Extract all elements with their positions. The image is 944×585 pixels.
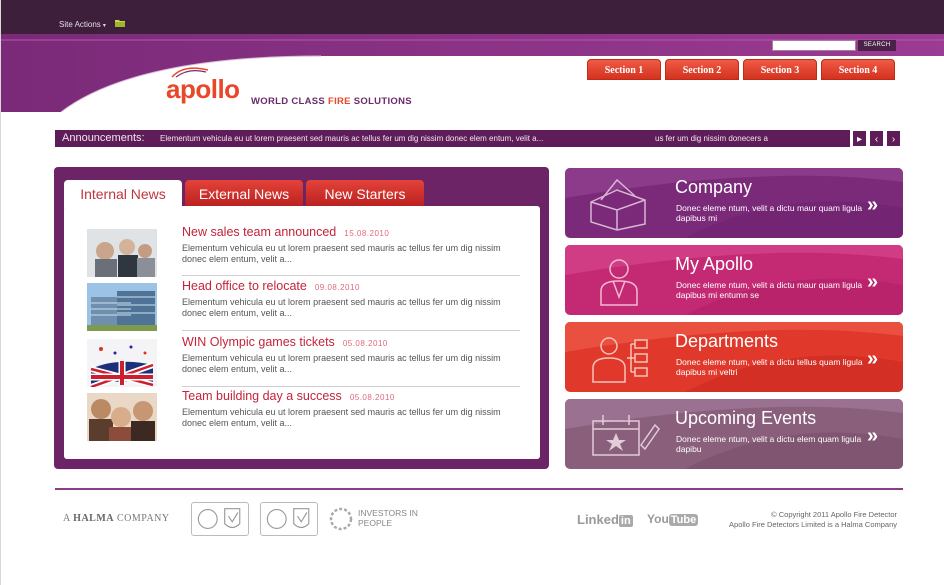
news-item[interactable]: New sales team announced 15.08.2010 Eleme… (84, 225, 524, 279)
apollo-logo[interactable]: apollo (166, 67, 240, 105)
next-button[interactable]: › (886, 130, 901, 147)
news-thumbnail[interactable] (87, 229, 157, 277)
announcement-text[interactable]: Elementum vehicula eu ut lorem praesent … (160, 134, 543, 143)
news-item[interactable]: Head office to relocate 09.08.2010 Elemen… (84, 279, 524, 333)
divider (182, 275, 520, 276)
news-date: 05.08.2010 (342, 339, 388, 348)
double-chevron-right-icon[interactable]: » (867, 194, 878, 217)
brand-tagline: WORLD CLASS FIRE SOLUTIONS (251, 96, 412, 107)
news-date: 09.08.2010 (314, 283, 360, 292)
double-chevron-right-icon[interactable]: » (867, 271, 878, 294)
tile-description: Donec eleme ntum, velit a dictu tellus q… (676, 357, 863, 377)
linkedin-icon: in (618, 515, 633, 527)
news-title[interactable]: New sales team announced 15.08.2010 (182, 225, 389, 239)
tile-description: Donec eleme ntum, velit a dictu elem qua… (676, 434, 862, 454)
tab-internal-news[interactable]: Internal News (64, 180, 182, 208)
investors-badge-icon (329, 507, 353, 531)
halma-company-logo[interactable]: A HALMA COMPANY (63, 513, 170, 524)
calendar-star-icon (592, 415, 660, 456)
tile-title: My Apollo (675, 254, 754, 274)
investors-in-people-logo: INVESTORS IN PEOPLE (328, 506, 418, 537)
tagline-part: SOLUTIONS (350, 96, 412, 107)
news-title[interactable]: Team building day a success 05.08.2010 (182, 389, 395, 403)
news-date: 05.08.2010 (349, 393, 395, 402)
halma-text: A (63, 513, 74, 524)
lpcb-certification-logo (191, 502, 249, 536)
copyright-line: © Copyright 2011 Apollo Fire Detector (771, 510, 897, 519)
copyright-line: Apollo Fire Detectors Limited is a Halma… (729, 520, 897, 529)
news-thumbnail[interactable] (87, 283, 157, 331)
logo-text: apollo (166, 74, 240, 104)
chevron-down-icon: ▾ (102, 23, 106, 29)
investors-text: INVESTORS IN PEOPLE (358, 508, 418, 528)
news-item[interactable]: Team building day a success 05.08.2010 El… (84, 389, 524, 443)
site-actions-label: Site Actions (59, 20, 101, 29)
tab-section-2[interactable]: Section 2 (665, 59, 739, 80)
tile-departments[interactable]: Departments Donec eleme ntum, velit a di… (565, 322, 903, 392)
news-excerpt: Elementum vehicula eu ut lorem praesent … (182, 243, 501, 264)
play-button[interactable]: ▸ (852, 130, 867, 147)
org-chart-icon (592, 337, 648, 383)
news-title-text: Head office to relocate (182, 279, 307, 293)
search-button[interactable]: SEARCH (858, 40, 896, 51)
linkedin-link[interactable]: Linked in (577, 512, 633, 527)
announcements-bar: Announcements: Elementum vehicula eu ut … (55, 130, 850, 147)
news-list: New sales team announced 15.08.2010 Eleme… (64, 206, 540, 459)
logo-flame-icon (171, 67, 209, 78)
tile-title: Company (675, 177, 753, 197)
tab-section-3[interactable]: Section 3 (743, 59, 817, 80)
linkedin-text: Linked (577, 512, 619, 527)
folder-icon[interactable] (115, 19, 125, 27)
footer-divider (55, 488, 903, 490)
news-thumbnail[interactable] (87, 339, 157, 387)
news-excerpt: Elementum vehicula eu ut lorem praesent … (182, 297, 501, 318)
tab-new-starters[interactable]: New Starters (306, 180, 424, 208)
previous-button[interactable]: ‹ (869, 130, 884, 147)
news-thumbnail[interactable] (87, 393, 157, 441)
tagline-part: WORLD CLASS (251, 96, 328, 107)
building-icon (590, 178, 646, 231)
news-panel: Internal News External News New Starters… (54, 167, 549, 469)
intranet-page: Site Actions ▾ SEARCH Section 1 Section 2… (0, 0, 944, 585)
top-bar: Site Actions ▾ (1, 0, 944, 34)
divider (182, 386, 520, 387)
news-title-text: WIN Olympic games tickets (182, 335, 335, 349)
news-date: 15.08.2010 (344, 229, 390, 238)
news-item[interactable]: WIN Olympic games tickets 05.08.2010 Elem… (84, 335, 524, 389)
tile-upcoming-events[interactable]: Upcoming Events Donec eleme ntum, velit … (565, 399, 903, 469)
announcement-text[interactable]: us fer um dig nissim donecers a (655, 134, 768, 143)
person-icon (600, 259, 638, 306)
tagline-highlight: FIRE (327, 96, 351, 107)
halma-text: HALMA (73, 513, 115, 524)
tab-external-news[interactable]: External News (185, 180, 303, 208)
search-input[interactable] (772, 40, 856, 51)
news-excerpt: Elementum vehicula eu ut lorem praesent … (182, 407, 501, 428)
news-title-text: New sales team announced (182, 225, 337, 239)
news-title[interactable]: WIN Olympic games tickets 05.08.2010 (182, 335, 388, 349)
halma-text: COMPANY (114, 513, 170, 524)
site-actions-menu[interactable]: Site Actions ▾ (59, 20, 106, 29)
tile-description: Donec eleme ntum, velit a dictu maur qua… (676, 203, 863, 223)
tab-section-1[interactable]: Section 1 (587, 59, 661, 80)
lpcb-certification-logo (260, 502, 318, 536)
divider (182, 330, 520, 331)
tile-title: Departments (675, 331, 779, 351)
news-title-text: Team building day a success (182, 389, 342, 403)
youtube-text: You (647, 512, 669, 526)
double-chevron-right-icon[interactable]: » (867, 425, 878, 448)
tile-company[interactable]: Company Donec eleme ntum, velit a dictu … (565, 168, 903, 238)
double-chevron-right-icon[interactable]: » (867, 348, 878, 371)
news-excerpt: Elementum vehicula eu ut lorem praesent … (182, 353, 501, 374)
copyright-notice: © Copyright 2011 Apollo Fire Detector Ap… (691, 510, 897, 530)
tile-description: Donec eleme ntum, velit a dictu maur qua… (676, 280, 863, 300)
announcements-label: Announcements: (62, 132, 145, 144)
tile-title: Upcoming Events (675, 408, 817, 428)
news-title[interactable]: Head office to relocate 09.08.2010 (182, 279, 360, 293)
tile-my-apollo[interactable]: My Apollo Donec eleme ntum, velit a dict… (565, 245, 903, 315)
tab-section-4[interactable]: Section 4 (821, 59, 895, 80)
